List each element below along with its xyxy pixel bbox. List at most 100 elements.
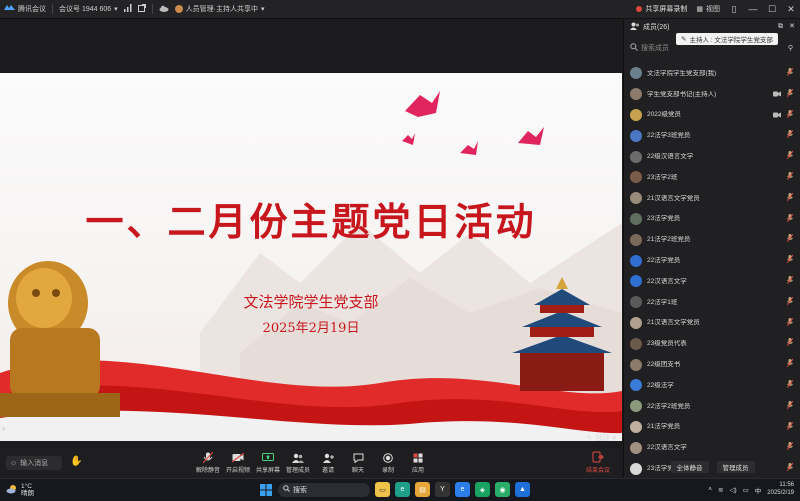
participant-name: 23法学2班 [647,173,678,181]
mic-muted-icon[interactable] [786,254,794,265]
presentation-slide: 一、二月份主题党日活动 文法学院学生党支部 2025年2月19日 [0,73,622,441]
collapse-arrow-icon[interactable]: › [2,423,5,433]
mic-muted-icon[interactable] [786,296,794,307]
mic-muted-icon[interactable] [786,150,794,161]
clock[interactable]: 11:56 2025/2/19 [767,482,794,497]
app-y-icon[interactable]: Y [435,482,450,497]
app-name[interactable]: 腾讯会议 [4,4,46,14]
mic-muted-icon[interactable] [786,421,794,432]
chevron-up-icon[interactable]: ˄ [708,486,712,493]
pen-icon: ✎ [586,435,593,442]
mic-muted-icon[interactable] [786,213,794,224]
taskbar-search[interactable]: 搜索 [278,482,370,497]
mic-muted-icon[interactable] [786,358,794,369]
mic-muted-icon[interactable] [786,67,794,78]
video-icon[interactable] [773,110,781,120]
input-language[interactable]: 中 [755,485,762,495]
host-sharing-status[interactable]: 人员管理·主持人共享中 ▾ [174,4,265,14]
volume-icon[interactable]: ◁) [729,486,736,494]
participant-row[interactable]: 22汉语言文学 [624,271,800,292]
close-icon[interactable]: ✕ [789,22,795,30]
participant-row[interactable]: 22级法学 [624,375,800,396]
mute-button[interactable]: 解除静音 [196,451,220,474]
mic-muted-icon[interactable] [786,234,794,244]
mic-muted-icon[interactable] [786,442,794,452]
slide-title: 一、二月份主题党日活动 [85,199,537,244]
mic-muted-icon[interactable] [786,109,794,120]
participant-row[interactable]: 22法学3班党员 [624,125,800,146]
share-link[interactable] [137,4,146,14]
battery-icon[interactable]: ▭ [743,486,749,494]
maximize-button[interactable]: ☐ [767,4,777,14]
mute-all-button[interactable]: 全体静音 [670,461,709,473]
close-button[interactable]: ✕ [786,4,796,14]
mic-muted-icon[interactable] [786,400,794,411]
chat-button[interactable]: 聊天 [346,451,370,474]
participant-name: 文法学院学生党支部(我) [647,69,717,77]
mic-muted-icon[interactable] [786,130,794,140]
end-meeting-button[interactable]: 结束会议 [586,451,610,474]
mic-muted-icon[interactable] [786,192,794,203]
search-icon [283,485,290,494]
mic-muted-icon[interactable] [786,88,794,99]
participant-row[interactable]: 23法学2班 [624,167,800,188]
participant-row[interactable]: 22法学2班党员 [624,396,800,417]
video-button[interactable]: 开启视频 [226,451,250,474]
manage-members-button[interactable]: 管理成员 [716,461,755,473]
cloud-status[interactable] [159,5,169,14]
participant-row[interactable]: 文法学院学生党支部(我) [624,63,800,84]
recording-indicator[interactable]: 共享屏幕录制 [636,4,687,14]
mic-muted-icon[interactable] [786,317,794,328]
explorer-icon[interactable]: ▭ [375,482,390,497]
participant-row[interactable]: 2022级党员 [624,105,800,126]
weather-widget[interactable]: 1°C 晴朗 [6,483,34,497]
wifi-icon[interactable]: ≋ [718,486,723,494]
minimize-button[interactable]: — [748,4,758,14]
add-member-icon[interactable]: ⚲ [788,44,793,52]
share-screen-button[interactable]: 共享屏幕 [256,451,280,474]
avatar [630,67,642,80]
title-bar: 腾讯会议 会议号 1944 606 ▾ 人员管理·主持人共享中 ▾ 共享屏幕录制… [0,0,800,19]
pin-button[interactable]: ▯ [729,4,739,14]
raise-hand-button[interactable]: ✋ [70,456,82,467]
signal-indicator[interactable] [123,4,132,14]
participant-row[interactable]: 22级汉语言文学 [624,146,800,167]
green-app-icon[interactable]: ◈ [475,482,490,497]
participant-name: 22法学党员 [647,257,681,265]
participant-name: 22法学1班 [647,298,678,306]
participant-list: 文法学院学生党支部(我) 学生党支部书记(主持人) 2022级党员 22法学3班党员 2… [624,63,800,479]
meeting-id[interactable]: 会议号 1944 606 ▾ [59,4,118,14]
participant-row[interactable]: 21法学2班党员 [624,229,800,250]
avatar [630,379,642,392]
participant-row[interactable]: 23法学党员 [624,209,800,230]
files-icon[interactable]: ▤ [415,482,430,497]
message-input[interactable]: ☺ 输入消息 [6,456,62,470]
invite-button[interactable]: 邀请 [316,451,340,474]
participant-row[interactable]: 22级团支书 [624,354,800,375]
record-button[interactable]: 录制 [376,451,400,474]
avatar [630,150,642,163]
participant-row[interactable]: 22法学1班 [624,292,800,313]
video-icon[interactable] [773,89,781,99]
participant-row[interactable]: 学生党支部书记(主持人) [624,84,800,105]
mic-muted-icon[interactable] [786,379,794,390]
mic-muted-icon[interactable] [786,171,794,182]
edge-icon[interactable]: e [395,482,410,497]
avatar [630,296,642,309]
wechat-icon[interactable]: ◉ [495,482,510,497]
start-button[interactable] [258,482,273,497]
participant-row[interactable]: 21汉语言文学党员 [624,313,800,334]
mic-muted-icon[interactable] [786,275,794,286]
popout-icon[interactable]: ⧉ [778,23,783,31]
participant-row[interactable]: 22法学党员 [624,250,800,271]
participant-row[interactable]: 21法学党员 [624,417,800,438]
mic-muted-icon[interactable] [786,338,794,348]
apps-button[interactable]: 应用 [406,451,430,474]
participant-row[interactable]: 21汉语言文学党员 [624,188,800,209]
meeting-app-icon[interactable]: ▲ [515,482,530,497]
view-switch[interactable]: ▦ 视图 [696,4,720,14]
participant-row[interactable]: 23级党员代表 [624,333,800,354]
browser-icon[interactable]: e [455,482,470,497]
annotate-button[interactable]: ✎ 批注 ▾ [587,433,616,443]
members-button[interactable]: 管理成员 [286,451,310,474]
